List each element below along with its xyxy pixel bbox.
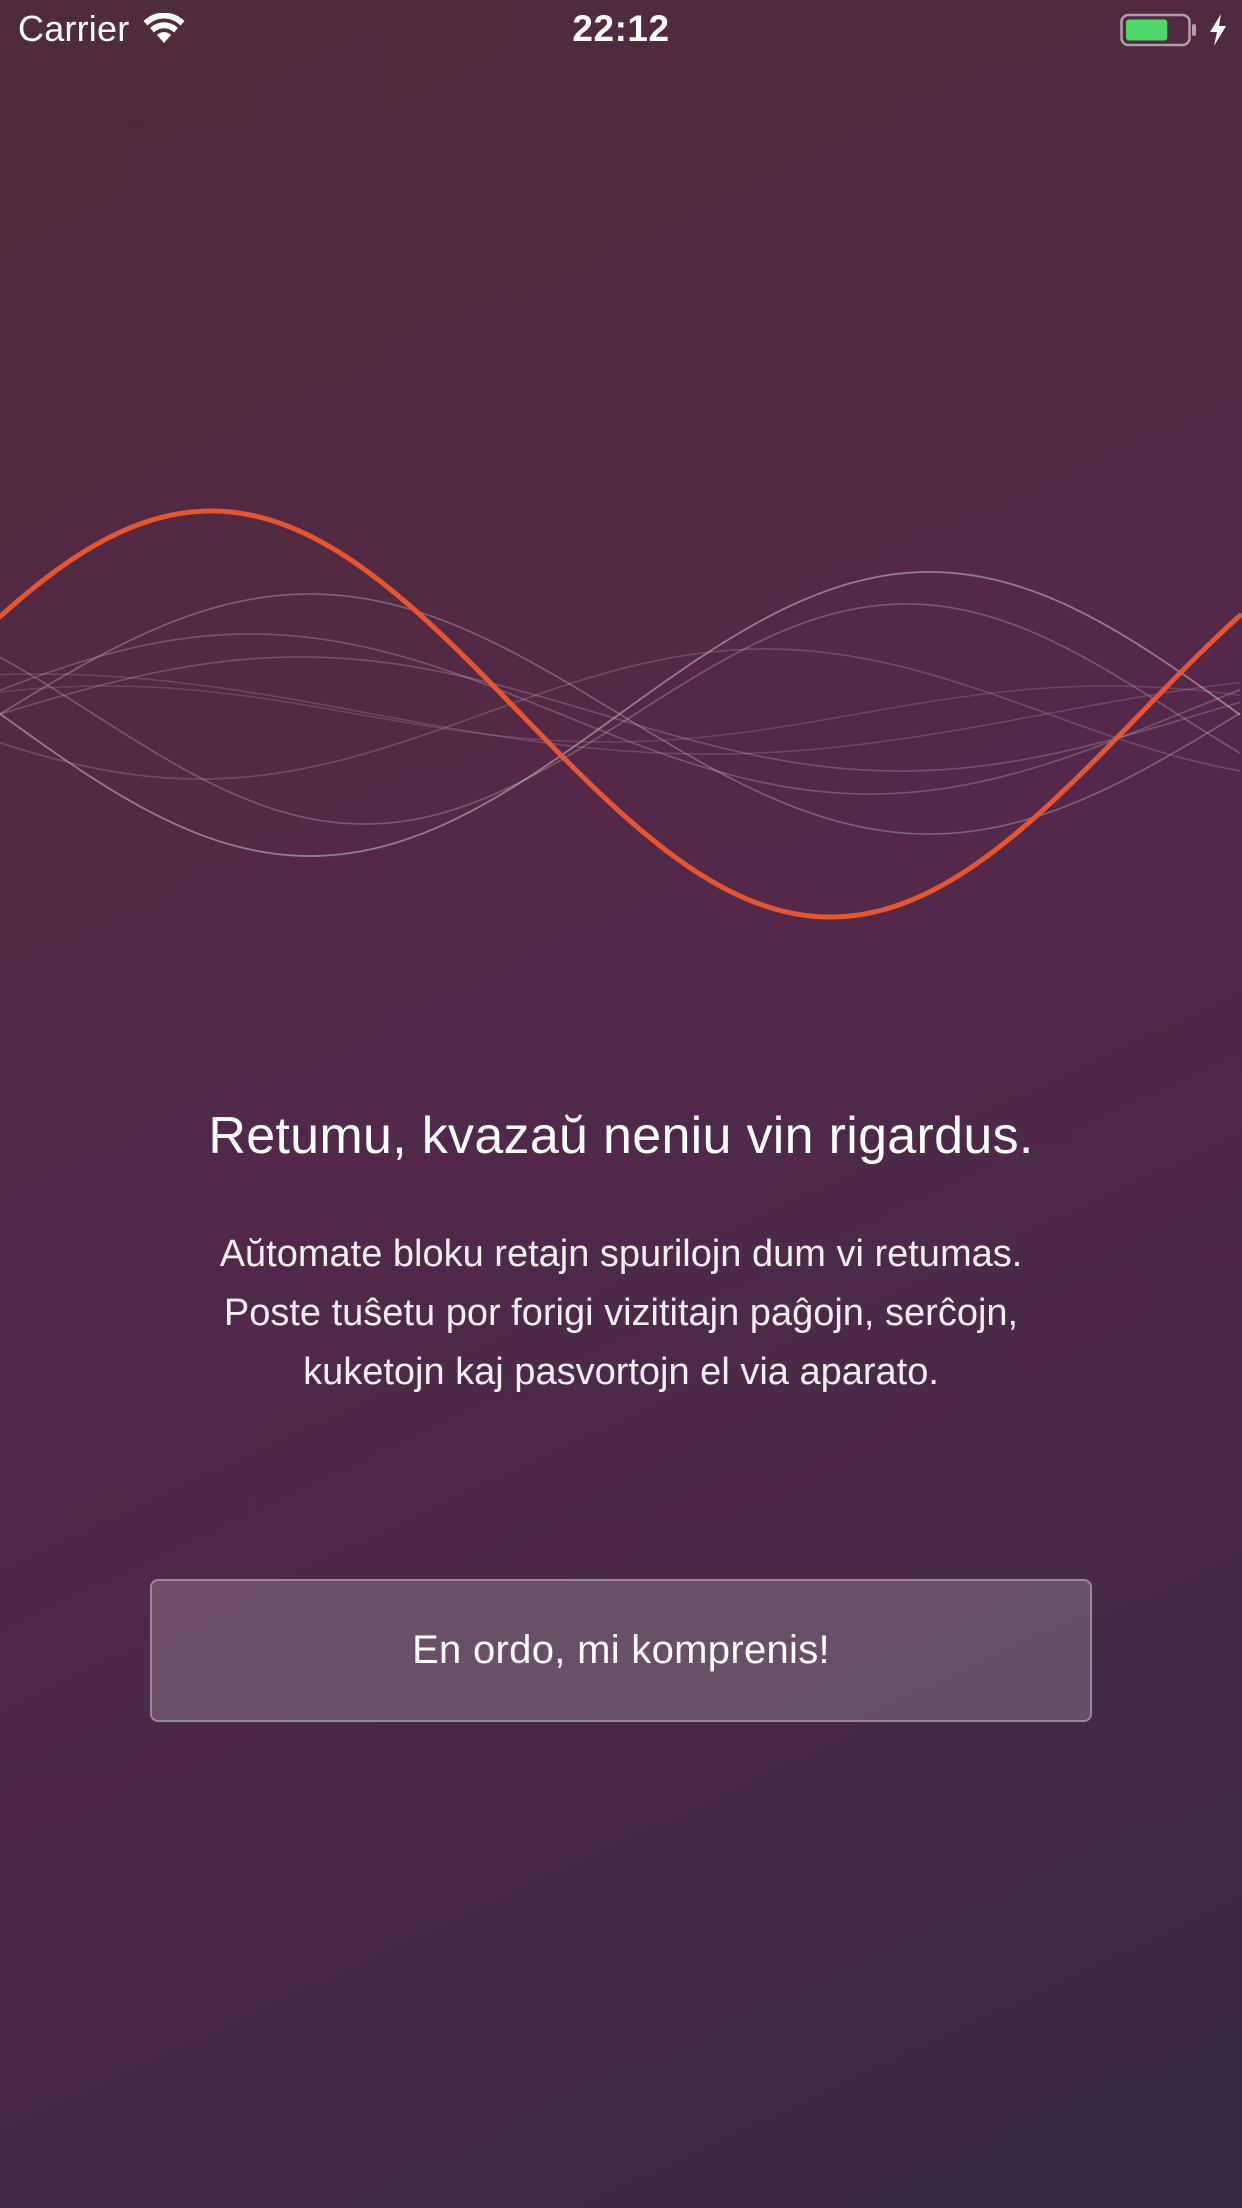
onboarding-screen: Carrier 22:12 Retumu, kvazaŭ neniu vin r…: [0, 0, 1242, 2208]
description-line: kuketojn kaj pasvortojn el via aparato.: [303, 1351, 939, 1393]
battery-icon: [1120, 13, 1196, 47]
bolt-icon: [1210, 14, 1226, 46]
battery-group: [1120, 12, 1228, 48]
headline: Retumu, kvazaŭ neniu vin rigardus.: [208, 1107, 1034, 1165]
waveform-graphic: [0, 508, 1242, 920]
status-time: 22:12: [572, 8, 670, 49]
confirm-button[interactable]: En ordo, mi komprenis!: [150, 1579, 1092, 1722]
description-line: Poste tuŝetu por forigi vizititajn paĝoj…: [223, 1292, 1019, 1334]
description-line: Aŭtomate bloku retajn spurilojn dum vi r…: [219, 1233, 1023, 1275]
status-bar: Carrier 22:12: [0, 0, 1242, 62]
description: Aŭtomate bloku retajn spurilojn dum vi r…: [100, 1225, 1142, 1402]
